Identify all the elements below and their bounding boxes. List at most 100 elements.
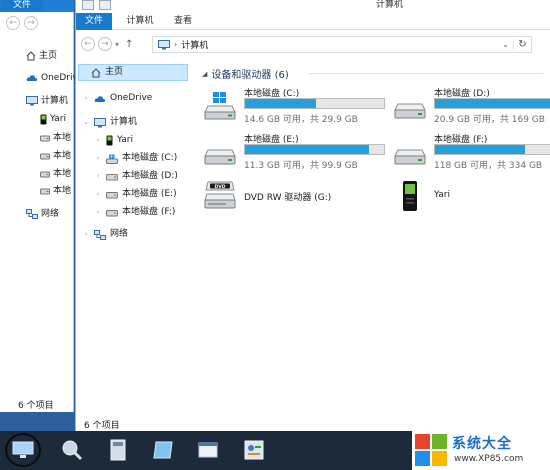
drive-usage-fill: [435, 99, 550, 108]
drive-usage-fill: [435, 145, 526, 154]
bg-nav-drive-2[interactable]: 本地: [40, 148, 71, 164]
windows-logo-icon: [415, 434, 447, 466]
bg-nav-network[interactable]: 网络: [26, 206, 59, 222]
nav-label: 本地磁盘 (D:): [122, 171, 178, 181]
nav-item-drive-e[interactable]: › 本地磁盘 (E:): [94, 186, 177, 203]
device-tile-dvd[interactable]: DVD DVD RW 驱动器 (G:): [198, 178, 378, 218]
bg-nav-label: Yari: [50, 114, 66, 124]
title-bar: 计算机: [76, 0, 550, 12]
drive-tile-c[interactable]: 本地磁盘 (C:) 14.6 GB 可用，共 29.9 GB: [198, 86, 385, 126]
back-icon[interactable]: ←: [81, 37, 95, 51]
drive-usage-bar: [434, 144, 550, 155]
bg-nav-label: 本地: [53, 186, 72, 196]
drive-icon: [40, 135, 50, 141]
computer-icon: [26, 96, 38, 106]
drive-usage-bar: [434, 98, 550, 109]
calculator-icon: [110, 439, 126, 461]
tablet-icon: [153, 441, 173, 459]
nav-item-computer[interactable]: ⌄ 计算机: [82, 114, 137, 131]
expand-arrow-icon[interactable]: ›: [94, 186, 102, 203]
drive-tile-f[interactable]: 本地磁盘 (F:) 118 GB 可用，共 334 GB: [388, 132, 550, 172]
expand-arrow-icon[interactable]: ›: [94, 132, 102, 149]
drive-icon: [204, 149, 236, 165]
nav-label: 本地磁盘 (E:): [122, 189, 177, 199]
tab-view[interactable]: 查看: [168, 13, 198, 30]
bg-nav-drive-1[interactable]: 本地: [40, 130, 71, 146]
collapse-arrow-icon[interactable]: ◢: [202, 70, 207, 78]
bg-nav-drive-4[interactable]: 本地: [40, 183, 71, 199]
expand-arrow-icon[interactable]: ›: [94, 168, 102, 185]
nav-label: 计算机: [110, 117, 138, 127]
drive-capacity: 20.9 GB 可用，共 169 GB: [434, 115, 545, 125]
expand-arrow-icon[interactable]: ›: [94, 204, 102, 221]
bg-nav-home[interactable]: 主页: [26, 48, 57, 64]
taskbar-app-control-panel[interactable]: [236, 433, 272, 467]
refresh-icon[interactable]: ↻: [513, 39, 531, 50]
drive-tile-e[interactable]: 本地磁盘 (E:) 11.3 GB 可用，共 99.9 GB: [198, 132, 385, 172]
address-bar[interactable]: › 计算机 ⌄ ↻: [152, 36, 532, 53]
properties-icon[interactable]: [82, 0, 94, 10]
nav-label: 主页: [105, 67, 124, 77]
nav-item-network[interactable]: › 网络: [82, 226, 128, 243]
back-icon[interactable]: ←: [6, 16, 20, 30]
chevron-down-icon[interactable]: ⌄: [502, 40, 509, 49]
network-icon: [94, 229, 106, 240]
drive-capacity: 11.3 GB 可用，共 99.9 GB: [244, 161, 358, 171]
tab-file[interactable]: 文件: [76, 13, 112, 30]
nav-item-onedrive[interactable]: › OneDrive: [82, 90, 153, 107]
nav-item-yari[interactable]: › Yari: [94, 132, 133, 149]
window-title: 计算机: [376, 0, 404, 10]
background-nav-buttons: ← →: [6, 16, 38, 30]
expand-arrow-icon[interactable]: ›: [94, 150, 102, 167]
expand-arrow-icon[interactable]: ›: [82, 226, 90, 243]
drive-usage-bar: [244, 144, 385, 155]
tab-computer[interactable]: 计算机: [120, 13, 160, 30]
computer-icon: [94, 117, 106, 127]
drive-icon: [106, 191, 118, 198]
chevron-right-icon[interactable]: ›: [174, 40, 177, 49]
device-name: Yari: [434, 190, 450, 200]
bg-nav-label: 本地: [53, 133, 72, 143]
bg-nav-label: 网络: [41, 209, 60, 219]
cloud-icon: [94, 95, 106, 102]
forward-icon[interactable]: →: [24, 16, 38, 30]
drive-icon: [106, 173, 118, 180]
nav-item-drive-f[interactable]: › 本地磁盘 (F:): [94, 204, 176, 221]
device-tile-yari[interactable]: Yari: [388, 178, 550, 218]
up-arrow-icon[interactable]: ↑: [125, 39, 133, 50]
watermark-text: 系统大全: [452, 436, 512, 452]
background-status-text: 6 个项目: [18, 401, 54, 411]
nav-buttons: ← → ▾ ↑: [81, 37, 133, 51]
watermark-logo: 系统大全 www.XP85.com: [412, 431, 550, 470]
explorer-window[interactable]: 计算机 文件 计算机 查看 ← → ▾ ↑ › 计算机 ⌄ ↻ 主页 › One…: [75, 0, 550, 431]
expand-arrow-icon[interactable]: ›: [82, 90, 90, 107]
watermark-url: www.XP85.com: [454, 454, 524, 464]
bg-nav-drive-3[interactable]: 本地: [40, 166, 71, 182]
group-divider: [308, 73, 543, 74]
network-globe-icon: [62, 440, 83, 461]
bg-nav-yari[interactable]: Yari: [40, 111, 66, 127]
taskbar-app-network[interactable]: [54, 433, 90, 467]
nav-label: 本地磁盘 (C:): [122, 153, 178, 163]
taskbar-app-tablet[interactable]: [145, 433, 181, 467]
bg-nav-computer[interactable]: 计算机: [26, 93, 68, 109]
group-header[interactable]: ◢ 设备和驱动器 (6): [202, 66, 289, 82]
taskbar-app-calculator[interactable]: [100, 433, 136, 467]
taskbar-app-window[interactable]: [190, 433, 226, 467]
drive-icon: [394, 149, 426, 165]
background-file-tab[interactable]: 文件: [1, 0, 43, 11]
nav-item-home[interactable]: 主页: [78, 64, 188, 81]
background-explorer-window[interactable]: 文件 ← → 主页 OneDrive 计算机 Yari 本地 本地 本地 本地 …: [0, 0, 83, 412]
cloud-icon: [26, 75, 38, 81]
nav-item-drive-d[interactable]: › 本地磁盘 (D:): [94, 168, 178, 185]
content-area: ◢ 设备和驱动器 (6) 本地磁盘 (C:) 14.6 GB 可用，共 29.9…: [198, 60, 550, 410]
drive-tile-d[interactable]: 本地磁盘 (D:) 20.9 GB 可用，共 169 GB: [388, 86, 550, 126]
recent-locations-icon[interactable]: ▾: [115, 40, 119, 49]
new-folder-icon[interactable]: [99, 0, 111, 10]
nav-item-drive-c[interactable]: › 本地磁盘 (C:): [94, 150, 177, 167]
start-button[interactable]: [5, 433, 41, 467]
collapse-arrow-icon[interactable]: ⌄: [82, 114, 90, 131]
forward-icon[interactable]: →: [98, 37, 112, 51]
bg-nav-label: 计算机: [41, 96, 69, 106]
phone-icon: [40, 114, 47, 124]
